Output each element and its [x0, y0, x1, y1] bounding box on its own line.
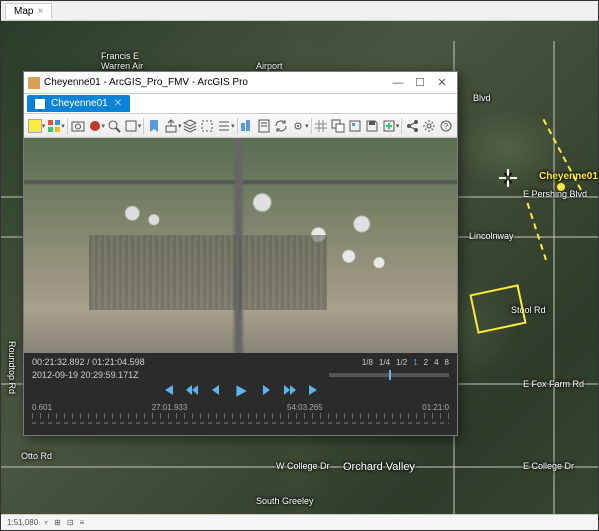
fmv-marker-label: Cheyenne01	[539, 171, 598, 182]
map-label: Lincolnway	[469, 231, 514, 241]
fmv-track	[527, 203, 547, 261]
grid-button[interactable]	[313, 117, 329, 135]
timecode-display: 00:21:32.892 / 01:21:04.598	[32, 357, 362, 367]
scale-display[interactable]: 1:51,080	[7, 518, 38, 527]
map-label: E College Dr	[523, 461, 574, 471]
maximize-button[interactable]: ☐	[409, 76, 431, 89]
snapshot-button[interactable]	[70, 117, 86, 135]
fast-fwd-button[interactable]	[283, 383, 297, 397]
graphics-button[interactable]	[240, 117, 256, 135]
app-icon	[28, 77, 40, 89]
step-back-button[interactable]	[209, 383, 223, 397]
fmv-video-tab[interactable]: Cheyenne01 ✕	[27, 95, 130, 112]
close-button[interactable]: ✕	[431, 76, 453, 89]
share-button[interactable]	[404, 117, 420, 135]
fmv-marker-point[interactable]	[557, 183, 565, 191]
record-button[interactable]	[87, 117, 103, 135]
frame-button[interactable]	[123, 117, 139, 135]
close-icon[interactable]: ✕	[114, 98, 122, 109]
minimize-button[interactable]: —	[387, 77, 409, 89]
map-label: Otto Rd	[21, 451, 52, 461]
map-label: Airport	[256, 61, 283, 71]
overlay-button[interactable]	[330, 117, 346, 135]
map-label: E Fox Farm Rd	[523, 379, 584, 389]
skip-start-button[interactable]	[161, 383, 175, 397]
fmv-ribbon: Cheyenne01 ✕	[24, 94, 457, 114]
play-button[interactable]	[233, 383, 249, 399]
statusbar-icon[interactable]: ⊞	[54, 518, 61, 527]
road	[553, 41, 555, 530]
settings-button[interactable]	[421, 117, 437, 135]
timeline[interactable]: 0.601 27:01.933 54:03.265 01:21:0	[32, 403, 449, 429]
fmv-titlebar[interactable]: Cheyenne01 - ArcGIS_Pro_FMV - ArcGIS Pro…	[24, 72, 457, 94]
statusbar-icon[interactable]: ⊡	[67, 518, 74, 527]
save-button[interactable]	[364, 117, 380, 135]
metadata-button[interactable]	[256, 117, 272, 135]
color-swatch-button[interactable]	[27, 117, 43, 135]
track-button[interactable]	[290, 117, 306, 135]
map-tab-strip: Map ×	[1, 1, 598, 21]
export-button[interactable]	[163, 117, 179, 135]
map-label: E Pershing Blvd	[523, 189, 587, 199]
playback-controls: 00:21:32.892 / 01:21:04.598 1/8 1/4 1/2 …	[24, 353, 457, 435]
fmv-toolbar: ▾ ▾ ▾ ▾ ▾ ▾ ▾ ▾ ?	[24, 114, 457, 138]
map-label: Orchard Valley	[343, 461, 415, 473]
timestamp-display: 2012-09-19 20:29:59.171Z	[32, 370, 329, 380]
map-label: Blvd	[473, 93, 491, 103]
status-bar: 1:51,080 ▾ ⊞ ⊡ ≡	[1, 514, 598, 530]
step-fwd-button[interactable]	[259, 383, 273, 397]
color-picker-button[interactable]	[46, 117, 62, 135]
select-button[interactable]	[199, 117, 215, 135]
map-label: W College Dr	[276, 461, 330, 471]
speed-slider[interactable]	[329, 373, 449, 377]
map-label: Roundtop Rd	[7, 341, 17, 394]
help-button[interactable]: ?	[438, 117, 454, 135]
map-tab[interactable]: Map ×	[5, 3, 52, 19]
fmv-footprint[interactable]	[469, 284, 526, 334]
window-title: Cheyenne01 - ArcGIS_Pro_FMV - ArcGIS Pro	[44, 77, 387, 88]
list-button[interactable]	[216, 117, 232, 135]
fmv-player-window: Cheyenne01 - ArcGIS_Pro_FMV - ArcGIS Pro…	[23, 71, 458, 436]
sync-button[interactable]	[273, 117, 289, 135]
layers-button[interactable]	[182, 117, 198, 135]
map-label: Francis E Warren Air	[101, 51, 143, 71]
cursor-icon	[499, 169, 517, 187]
transport-controls	[32, 383, 449, 399]
map-label: South Greeley	[256, 496, 314, 506]
close-icon[interactable]: ×	[37, 6, 43, 17]
bookmark-button[interactable]	[146, 117, 162, 135]
add-button[interactable]	[381, 117, 397, 135]
video-viewport[interactable]	[24, 138, 457, 353]
speed-selector[interactable]: 1/8 1/4 1/2 1 2 4 8	[362, 358, 449, 367]
map-tab-label: Map	[14, 6, 33, 17]
zoom-button[interactable]	[106, 117, 122, 135]
svg-text:?: ?	[444, 122, 449, 131]
template-button[interactable]	[347, 117, 363, 135]
rewind-button[interactable]	[185, 383, 199, 397]
statusbar-icon[interactable]: ≡	[80, 518, 85, 527]
skip-end-button[interactable]	[307, 383, 321, 397]
video-icon	[35, 99, 45, 109]
fmv-tab-label: Cheyenne01	[51, 98, 108, 109]
